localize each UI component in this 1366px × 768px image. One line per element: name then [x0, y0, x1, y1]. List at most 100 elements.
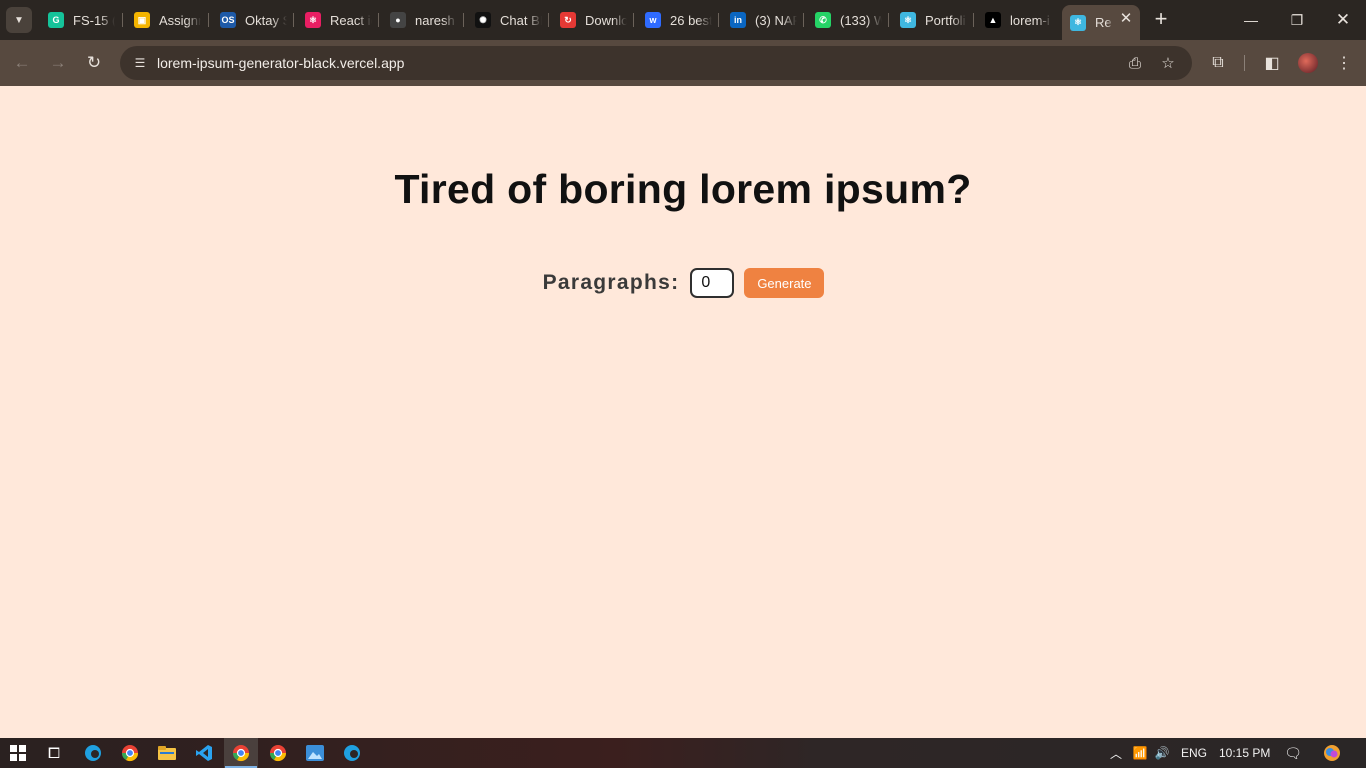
- extensions-icon[interactable]: ⧉: [1206, 51, 1230, 75]
- tab-title: FS-15 (: [73, 12, 115, 28]
- tab[interactable]: ⚛ React ic: [305, 6, 372, 34]
- vscode-icon[interactable]: [194, 743, 214, 763]
- tab-title: Oktay S: [245, 12, 287, 28]
- reload-icon: ↻: [86, 53, 102, 72]
- github-icon: ●: [390, 12, 406, 28]
- tab[interactable]: G FS-15 (: [48, 6, 115, 34]
- react-icon: ⚛: [1070, 14, 1086, 31]
- whatsapp-icon: ✆: [815, 12, 831, 28]
- tab-separator: [463, 13, 464, 27]
- grammarly-icon: G: [48, 12, 64, 28]
- generate-button[interactable]: Generate: [744, 268, 825, 298]
- tab-title: Downlo: [585, 12, 627, 28]
- install-app-icon[interactable]: ⎙: [1125, 53, 1145, 73]
- back-button[interactable]: ←: [9, 50, 35, 76]
- edge-icon[interactable]: [83, 743, 103, 763]
- forward-button[interactable]: →: [45, 50, 71, 76]
- tab-search-button[interactable]: ▼: [6, 7, 32, 33]
- edge-profile-icon[interactable]: [342, 743, 362, 763]
- page-content: Tired of boring lorem ipsum? Paragraphs:…: [0, 86, 1366, 738]
- bookmark-star-icon[interactable]: ☆: [1158, 53, 1178, 73]
- address-bar[interactable]: ☰ lorem-ipsum-generator-black.vercel.app…: [120, 46, 1192, 80]
- volume-icon[interactable]: 🔊: [1153, 744, 1171, 762]
- chrome-profile-icon[interactable]: [268, 743, 288, 763]
- toolbar-divider: [1244, 55, 1245, 71]
- paragraphs-input[interactable]: [690, 268, 735, 298]
- copilot-icon[interactable]: [1323, 744, 1341, 762]
- tab-title: (133) W: [840, 12, 882, 28]
- tab-separator: [208, 13, 209, 27]
- page-heading: Tired of boring lorem ipsum?: [394, 166, 972, 212]
- tab-title: 26 best: [670, 12, 712, 28]
- menu-kebab-icon[interactable]: ⋮: [1332, 51, 1356, 75]
- close-tab-icon[interactable]: ✕: [1118, 11, 1134, 27]
- tab-title: naresh: [415, 12, 455, 28]
- wifi-icon[interactable]: 📶: [1131, 744, 1149, 762]
- chrome-active-icon[interactable]: [225, 743, 257, 768]
- side-panel-icon[interactable]: ◧: [1260, 51, 1284, 75]
- tab[interactable]: ▣ Assignm: [134, 6, 201, 34]
- close-icon: ✕: [1335, 10, 1351, 29]
- tab[interactable]: ↻ Downlo: [560, 6, 627, 34]
- react-icon: ⚛: [900, 12, 916, 28]
- language-indicator[interactable]: ENG: [1181, 746, 1207, 760]
- tab[interactable]: ✺ Chat BI: [475, 6, 542, 34]
- tab-separator: [548, 13, 549, 27]
- tab[interactable]: in (3) NAF: [730, 6, 797, 34]
- vercel-icon: ▲: [985, 12, 1001, 28]
- tab[interactable]: ▲ lorem-i: [985, 6, 1052, 34]
- tab[interactable]: ⚛ Portfoli: [900, 6, 967, 34]
- tab-title: Portfoli: [925, 12, 966, 28]
- close-window-button[interactable]: ✕: [1320, 4, 1366, 36]
- new-tab-button[interactable]: +: [1150, 8, 1172, 30]
- tab-separator: [718, 13, 719, 27]
- tab-separator: [973, 13, 974, 27]
- restore-button[interactable]: ❐: [1274, 4, 1320, 36]
- arrow-left-icon: ←: [13, 53, 31, 72]
- tab[interactable]: ✆ (133) W: [815, 6, 882, 34]
- tab[interactable]: ● naresh: [390, 6, 457, 34]
- tab-separator: [888, 13, 889, 27]
- url-text[interactable]: lorem-ipsum-generator-black.vercel.app: [157, 55, 404, 71]
- webflow-icon: w: [645, 12, 661, 28]
- openai-icon: ✺: [475, 12, 491, 28]
- tab-strip: ▼ G FS-15 ( ▣ Assignm OS Oktay S ⚛ React ic ● nar…: [0, 0, 1366, 40]
- profile-avatar[interactable]: [1298, 53, 1318, 73]
- os-icon: OS: [220, 12, 236, 28]
- linkedin-icon: in: [730, 12, 746, 28]
- windows-start-icon[interactable]: [8, 743, 28, 763]
- minimize-button[interactable]: —: [1228, 4, 1274, 36]
- site-info-icon[interactable]: ☰: [130, 53, 150, 73]
- tab[interactable]: w 26 best: [645, 6, 712, 34]
- chrome-icon[interactable]: [120, 743, 140, 763]
- tab[interactable]: OS Oktay S: [220, 6, 287, 34]
- task-view-icon[interactable]: ⧠: [44, 743, 64, 763]
- tab-title: Re: [1095, 15, 1112, 30]
- tab-separator: [803, 13, 804, 27]
- tab-title: (3) NAF: [755, 12, 797, 28]
- tab-separator: [293, 13, 294, 27]
- clock[interactable]: 10:15 PM: [1219, 746, 1270, 760]
- file-explorer-icon[interactable]: [157, 743, 177, 763]
- tray-chevron-up-icon[interactable]: ︿: [1107, 744, 1125, 762]
- arrow-right-icon: →: [49, 53, 67, 72]
- notifications-icon[interactable]: 🗨: [1284, 744, 1302, 762]
- tab-separator: [633, 13, 634, 27]
- minimize-icon: —: [1244, 12, 1258, 28]
- tab-title: React ic: [330, 12, 372, 28]
- tab-title: Chat BI: [500, 12, 542, 28]
- react-icons-icon: ⚛: [305, 12, 321, 28]
- tab-separator: [378, 13, 379, 27]
- restore-icon: ❐: [1290, 11, 1304, 28]
- windows-taskbar: ⧠ ︿ 📶 🔊 ENG 10:15 PM 🗨: [0, 738, 1366, 768]
- reload-button[interactable]: ↻: [81, 50, 107, 76]
- slides-icon: ▣: [134, 12, 150, 28]
- browser-toolbar: ← → ↻ ☰ lorem-ipsum-generator-black.verc…: [0, 40, 1366, 86]
- tab-separator: [122, 13, 123, 27]
- download-icon: ↻: [560, 12, 576, 28]
- generator-form: Paragraphs: Generate: [0, 267, 1366, 299]
- photos-icon[interactable]: [305, 743, 325, 763]
- tab-title: lorem-i: [1010, 12, 1050, 28]
- tab-title: Assignm: [159, 12, 201, 28]
- chevron-down-icon: ▼: [14, 14, 24, 26]
